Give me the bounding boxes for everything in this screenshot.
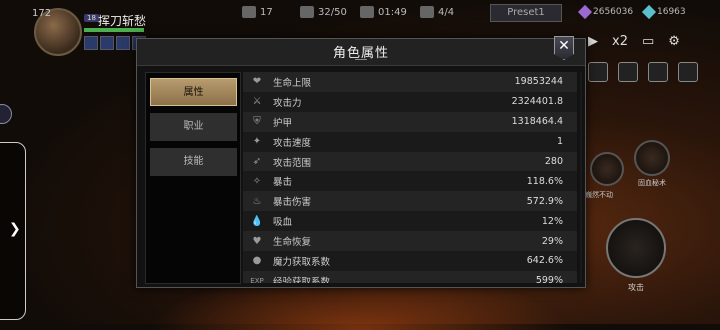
layer-stat: 4/4 (420, 6, 454, 18)
attribute-name: 生命上限 (273, 77, 312, 89)
crit-icon: ✧ (252, 175, 262, 187)
attribute-row: ♨ 暴击伤害 572.9% (243, 191, 577, 212)
kills-icon (242, 6, 256, 18)
preset-select[interactable]: Preset1 (490, 4, 562, 22)
attribute-value: 29% (541, 235, 563, 247)
attribute-row: ● 魔力获取系数 642.6% (243, 251, 577, 271)
blue-gem-icon (641, 4, 657, 20)
level-badge: 18 (84, 14, 99, 22)
lifesteal-icon: 💧 (250, 215, 264, 227)
tab-skills[interactable]: 技能 (150, 148, 237, 176)
heart-icon: ❤ (252, 76, 262, 88)
side-menu-button[interactable] (0, 104, 12, 124)
right-top-controls: ▶ x2 ▭ ⚙ (588, 34, 680, 49)
attribute-value: 1 (556, 136, 563, 148)
tab-attributes[interactable]: 属性 (150, 78, 237, 106)
attribute-name: 攻击范围 (273, 157, 312, 169)
dialog-tabs: 属性 职业 技能 (145, 72, 241, 284)
attribute-name: 暴击 (273, 177, 293, 189)
attribute-name: 生命恢复 (273, 237, 312, 249)
skill-slot-icon[interactable] (618, 62, 638, 82)
skill-slot-icon[interactable] (678, 62, 698, 82)
attribute-row: EXP 经验获取系数 599% (243, 270, 577, 283)
heart-icon (300, 6, 314, 18)
title-ornament (355, 59, 367, 64)
speed-icon: ✦ (252, 136, 262, 148)
speed-toggle[interactable]: x2 (612, 34, 628, 49)
exp-icon: EXP (250, 276, 264, 283)
attribute-value: 572.9% (526, 195, 563, 207)
buff-icon (84, 36, 98, 50)
layers-icon (420, 6, 434, 18)
attribute-name: 魔力获取系数 (273, 256, 331, 268)
attribute-value: 1318464.4 (511, 116, 563, 128)
attack-label: 攻击 (628, 283, 644, 292)
right-icon-row (588, 62, 698, 82)
attribute-name: 护甲 (273, 117, 293, 129)
attribute-scrollbar[interactable] (580, 72, 582, 283)
attribute-name: 经验获取系数 (273, 276, 331, 283)
attribute-value: 2324401.8 (511, 96, 563, 108)
attribute-name: 暴击伤害 (273, 197, 312, 209)
hp-stat: 32/50 (300, 6, 347, 18)
skill-label-steadfast: 巍然不动 (585, 191, 613, 199)
side-panel-handle[interactable]: ❯ (0, 142, 26, 320)
play-icon[interactable]: ▶ (588, 34, 598, 49)
attribute-row: ❤ 生命上限 19853244 (243, 72, 577, 92)
attack-button[interactable] (606, 218, 666, 278)
kills-stat: 17 (242, 6, 273, 18)
attribute-name: 攻击力 (273, 97, 302, 109)
character-attributes-dialog: 角色属性 属性 职业 技能 ❤ 生命上限 19853244 ⚔ 攻击力 2324401.8… (136, 38, 586, 288)
attribute-row: ⚔ 攻击力 2324401.8 (243, 91, 577, 112)
player-name: 挥刀斩愁 (98, 14, 147, 28)
regen-icon: ♥ (252, 235, 262, 247)
time-stat: 01:49 (360, 6, 407, 18)
skill-slot-icon[interactable] (588, 62, 608, 82)
tab-class[interactable]: 职业 (150, 113, 237, 141)
sword-icon: ⚔ (252, 96, 262, 108)
attribute-row: ✦ 攻击速度 1 (243, 131, 577, 152)
purple-gem-icon (577, 4, 593, 20)
attribute-value: 118.6% (526, 175, 563, 187)
buff-icon (116, 36, 130, 50)
skill-button-blood[interactable] (634, 140, 670, 176)
skill-label-blood: 固血秘术 (638, 179, 666, 187)
attribute-row: ♥ 生命恢复 29% (243, 231, 577, 252)
attribute-value: 599% (535, 275, 563, 283)
currency-blue: 16963 (641, 4, 686, 20)
player-hp-bar (84, 28, 144, 32)
crossed-swords-icon (360, 6, 374, 18)
close-icon: ✕ (558, 38, 570, 54)
attribute-value: 280 (544, 156, 563, 167)
crit-damage-icon: ♨ (252, 195, 262, 207)
attribute-value: 19853244 (514, 76, 563, 88)
buff-icon (100, 36, 114, 50)
attribute-row: ➶ 攻击范围 280 (243, 151, 577, 172)
shield-icon: ⛨ (253, 116, 261, 128)
attribute-row: 💧 吸血 12% (243, 211, 577, 232)
attribute-name: 吸血 (273, 217, 293, 229)
currency-purple: 2656036 (577, 4, 633, 20)
attribute-row: ⛨ 护甲 1318464.4 (243, 111, 577, 132)
gear-icon[interactable]: ⚙ (668, 34, 680, 49)
attribute-name: 攻击速度 (273, 137, 312, 149)
mana-icon: ● (252, 255, 262, 267)
skill-slot-icon[interactable] (648, 62, 668, 82)
attribute-table: ❤ 生命上限 19853244 ⚔ 攻击力 2324401.8 ⛨ 护甲 1318464.4 ✦ 攻… (243, 72, 577, 283)
attribute-value: 12% (541, 215, 563, 227)
range-icon: ➶ (252, 156, 262, 167)
attribute-row: ✧ 暴击 118.6% (243, 171, 577, 192)
skill-button-steadfast[interactable] (590, 152, 624, 186)
chevron-right-icon: ❯ (9, 221, 21, 237)
player-level: 172 (32, 8, 52, 19)
chat-icon[interactable]: ▭ (642, 34, 654, 49)
attribute-value: 642.6% (526, 255, 563, 267)
